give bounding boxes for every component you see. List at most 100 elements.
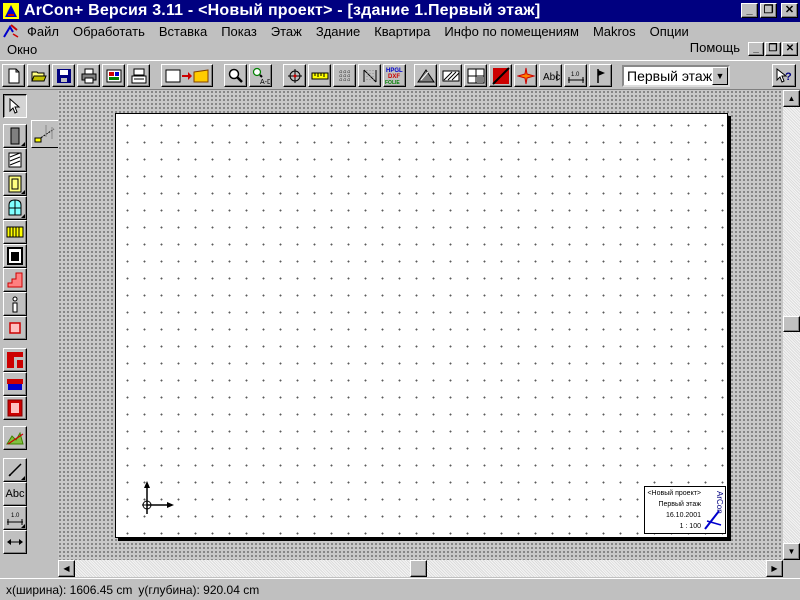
open-folder-icon (30, 71, 47, 81)
roof-tool-button[interactable] (3, 268, 27, 292)
open-file-button[interactable] (27, 64, 50, 87)
measure-sub-icon (34, 125, 55, 143)
print-preview-button[interactable] (102, 64, 125, 87)
floor-plan-tool-button[interactable] (3, 348, 27, 372)
crosshair-button[interactable] (283, 64, 306, 87)
floor-plan-icon (7, 352, 23, 368)
floor-select-value: Первый этаж (627, 68, 713, 84)
room-tool-button[interactable] (3, 244, 27, 268)
fill-color-button[interactable] (489, 64, 512, 87)
room-corner-icon (7, 247, 23, 265)
hatch-pattern-button[interactable] (439, 64, 462, 87)
vertical-scroll-thumb[interactable] (783, 316, 800, 332)
dimension-insert-button[interactable]: 1.0 (3, 506, 27, 530)
menu-process[interactable]: Обработать (66, 24, 152, 39)
measure-tool-button[interactable] (3, 530, 27, 554)
terrain-tool-button[interactable] (3, 426, 27, 450)
print-preview-icon (106, 69, 121, 82)
ruler-button[interactable] (308, 64, 331, 87)
menu-help[interactable]: Помощь (690, 40, 740, 55)
line-tool-button[interactable] (3, 458, 27, 482)
support-tool-button[interactable] (3, 316, 27, 340)
save-file-button[interactable] (52, 64, 75, 87)
page-setup-button[interactable] (127, 64, 150, 87)
menu-row-2: Окно (0, 40, 44, 58)
grid-button[interactable] (333, 64, 356, 87)
zoom-fit-button[interactable]: A-D (249, 64, 272, 87)
snap-lines-button[interactable] (358, 64, 381, 87)
crosshair-icon (287, 68, 302, 83)
scroll-up-arrow-icon[interactable]: ▲ (783, 90, 800, 107)
menu-makros[interactable]: Makros (586, 24, 643, 39)
text-insert-button[interactable]: Abc (3, 482, 27, 506)
child-restore-button[interactable]: ❐ (765, 42, 781, 56)
help-pointer-icon: ? (776, 67, 792, 83)
transfer-button[interactable] (161, 64, 213, 87)
menu-file[interactable]: Файл (20, 24, 66, 39)
scroll-left-arrow-icon[interactable]: ◀ (58, 560, 75, 577)
menu-options[interactable]: Опции (643, 24, 696, 39)
child-minimize-button[interactable]: _ (748, 42, 764, 56)
scroll-right-arrow-icon[interactable]: ▶ (766, 560, 783, 577)
status-bar: x(ширина): 1606.45 cm y(глубина): 920.04… (0, 578, 800, 600)
stairs-tool-button[interactable] (3, 220, 27, 244)
status-x-coordinate: x(ширина): 1606.45 cm (6, 582, 133, 597)
special-effect-button[interactable] (514, 64, 537, 87)
window-tool-button[interactable] (3, 196, 27, 220)
new-file-button[interactable] (2, 64, 25, 87)
menu-window[interactable]: Окно (0, 42, 44, 57)
minimize-button[interactable]: _ (741, 3, 758, 18)
room-layout-button[interactable] (464, 64, 487, 87)
horizontal-scrollbar[interactable]: ◀ ▶ (58, 560, 783, 577)
text-tool-button[interactable]: Abc (539, 64, 562, 87)
menu-bar: Файл Обработать Вставка Показ Этаж Здани… (0, 22, 800, 58)
svg-text:ArCon: ArCon (715, 491, 723, 514)
dimension-tool-button[interactable]: 1.0 (564, 64, 587, 87)
restore-button[interactable]: ❐ (760, 3, 777, 18)
menu-view[interactable]: Показ (214, 24, 264, 39)
floor-dropdown-arrow-icon[interactable]: ▼ (712, 67, 728, 85)
arcon-app-icon[interactable] (2, 2, 20, 20)
column-tool-button[interactable] (3, 292, 27, 316)
wall-hatch-tool-button[interactable] (3, 148, 27, 172)
column-icon (12, 296, 18, 313)
menu-building[interactable]: Здание (309, 24, 367, 39)
export-button[interactable]: HPGL DXF FOLIE (383, 64, 406, 87)
wall-tool-button[interactable] (3, 124, 27, 148)
furniture-tool-button[interactable] (3, 372, 27, 396)
floppy-disk-icon (56, 68, 71, 83)
child-close-button[interactable]: ✕ (782, 42, 798, 56)
menu-floor[interactable]: Этаж (264, 24, 309, 39)
object-tool-button[interactable] (3, 396, 27, 420)
ruler-icon (311, 72, 328, 79)
scroll-down-arrow-icon[interactable]: ▼ (783, 543, 800, 560)
menu-apartment[interactable]: Квартира (367, 24, 437, 39)
select-pointer-button[interactable] (3, 94, 27, 118)
title-bar: ArCon+ Версия 3.11 - <Новый проект> - [з… (0, 0, 800, 22)
sub-toolbar-measure-button[interactable] (31, 120, 59, 148)
door-tool-button[interactable] (3, 172, 27, 196)
menu-insert[interactable]: Вставка (152, 24, 214, 39)
close-button[interactable]: ✕ (781, 3, 798, 18)
svg-text:?: ? (785, 71, 792, 83)
scrollbar-corner (783, 560, 800, 577)
menu-room-info[interactable]: Инфо по помещениям (437, 24, 586, 39)
vertical-scrollbar[interactable]: ▲ ▼ (783, 90, 800, 560)
main-toolbar: A-D HPGL DXF FOLIE Abc 1.0 Первый этаж ▼… (0, 60, 800, 90)
dimension-tool-label: 1.0 (571, 72, 580, 78)
context-help-button[interactable]: ? (772, 64, 796, 87)
flag-marker-button[interactable] (589, 64, 612, 87)
status-y-coordinate: y(глубина): 920.04 cm (138, 582, 260, 597)
drawing-sheet[interactable] (115, 113, 728, 538)
print-button[interactable] (77, 64, 100, 87)
floor-select[interactable]: Первый этаж ▼ (622, 65, 730, 87)
fill-color-icon (491, 66, 510, 85)
hatch-tool-icon (416, 68, 435, 82)
document-control-icon[interactable] (2, 24, 20, 38)
wall-hatch-button[interactable] (414, 64, 437, 87)
title-block-project: <Новый проект> (647, 490, 701, 497)
horizontal-scroll-thumb[interactable] (410, 560, 427, 577)
zoom-button[interactable] (224, 64, 247, 87)
starburst-icon (516, 67, 535, 84)
stairs-icon (6, 226, 24, 238)
